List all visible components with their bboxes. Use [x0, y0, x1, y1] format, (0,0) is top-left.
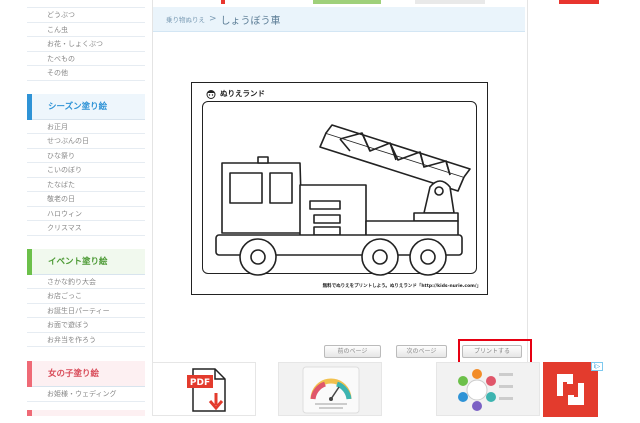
top-tab-strips	[153, 0, 529, 4]
breadcrumb-separator: >	[209, 14, 217, 24]
main-content: 乗り物ぬりえ > しょうぼう車 ぬりえランド 無料でぬりえをプリントしよう。ぬり…	[152, 0, 528, 362]
sidebar-item[interactable]: お面で遊ぼう	[27, 318, 145, 333]
sidebar-item[interactable]: 敬老の日	[27, 192, 145, 207]
infographic-gauge-icon	[302, 366, 360, 414]
category-list-top: どうぶつ こん虫 お花・しょくぶつ たべもの その他	[27, 0, 145, 81]
fire-truck-illustration	[215, 124, 471, 276]
category-list-girls: お姫様・ウェディング	[27, 387, 145, 402]
sidebar-item[interactable]: さかな釣り大会	[27, 275, 145, 289]
sidebar-item[interactable]: お姫様・ウェディング	[27, 387, 145, 402]
category-list-event: さかな釣り大会 お店ごっこ お誕生日パーティー お面で遊ぼう お弁当を作ろう	[27, 275, 145, 347]
sidebar-item[interactable]: どうぶつ	[27, 8, 145, 23]
ad-tile-pdf[interactable]: PDF	[152, 362, 256, 416]
tab-marker	[221, 0, 225, 4]
section-heading-event[interactable]: イベント塗り絵	[27, 248, 145, 275]
page-heading-bar: 乗り物ぬりえ > しょうぼう車	[153, 7, 525, 32]
category-sidebar: どうぶつ こん虫 お花・しょくぶつ たべもの その他 シーズン塗り絵 お正月 せ…	[27, 0, 145, 416]
sidebar-item[interactable]: お花・しょくぶつ	[27, 37, 145, 52]
copyright-credit: 無料でぬりえをプリントしよう。ぬりえランド「http://kids-nurie.…	[322, 284, 481, 289]
sidebar-item[interactable]: たなばた	[27, 178, 145, 192]
ad-tile-circle-chart[interactable]	[436, 362, 540, 416]
ad-row: PDF	[152, 362, 540, 418]
sidebar-item[interactable]: お誕生日パーティー	[27, 304, 145, 318]
circle-diagram-icon	[458, 369, 513, 411]
sidebar-item[interactable]: クリスマス	[27, 221, 145, 236]
next-page-button[interactable]: 次のページ	[396, 345, 447, 358]
ad-side-logo[interactable]	[543, 362, 598, 417]
pdf-file-icon: PDF	[187, 368, 226, 412]
section-heading-label: イベント塗り絵	[48, 256, 108, 267]
tab-strip	[415, 0, 485, 4]
sidebar-item[interactable]: お正月	[27, 120, 145, 134]
section-heading-cropped	[27, 409, 145, 416]
sidebar-item[interactable]: たべもの	[27, 52, 145, 66]
sidebar-item[interactable]: お店ごっこ	[27, 289, 145, 304]
section-heading-label: 女の子塗り絵	[48, 369, 100, 379]
section-heading-girls[interactable]: 女の子塗り絵	[27, 361, 145, 387]
adchoices-icon[interactable]: i▷	[591, 362, 603, 371]
sidebar-item[interactable]: その他	[27, 66, 145, 81]
top-red-strip	[559, 0, 599, 4]
site-logo: ぬりえランド	[205, 88, 265, 99]
page-title: しょうぼう車	[220, 15, 281, 27]
breadcrumb[interactable]: 乗り物ぬりえ	[166, 14, 205, 24]
brand-logo-icon	[557, 374, 584, 405]
mascot-icon	[206, 89, 216, 99]
section-heading-label: シーズン塗り絵	[48, 101, 108, 112]
sidebar-item[interactable]: せつぶんの日	[27, 134, 145, 149]
sidebar-item[interactable]: お弁当を作ろう	[27, 333, 145, 347]
pdf-label: PDF	[190, 378, 210, 388]
sidebar-item-cropped[interactable]	[27, 0, 145, 8]
category-list-season: お正月 せつぶんの日 ひな祭り こいのぼり たなばた 敬老の日 ハロウィン クリ…	[27, 120, 145, 236]
tab-strip	[313, 0, 381, 4]
sidebar-item[interactable]: こいのぼり	[27, 163, 145, 178]
sidebar-item[interactable]: ハロウィン	[27, 207, 145, 221]
sidebar-item[interactable]: ひな祭り	[27, 149, 145, 163]
sidebar-item[interactable]: こん虫	[27, 23, 145, 37]
logo-text: ぬりえランド	[220, 89, 265, 98]
ad-tile-infographic[interactable]	[278, 362, 382, 416]
prev-page-button[interactable]: 前のページ	[324, 345, 381, 358]
coloring-page-preview[interactable]: ぬりえランド 無料でぬりえをプリントしよう。ぬりえランド「http://kids…	[191, 82, 488, 295]
section-heading-season[interactable]: シーズン塗り絵	[27, 93, 145, 120]
